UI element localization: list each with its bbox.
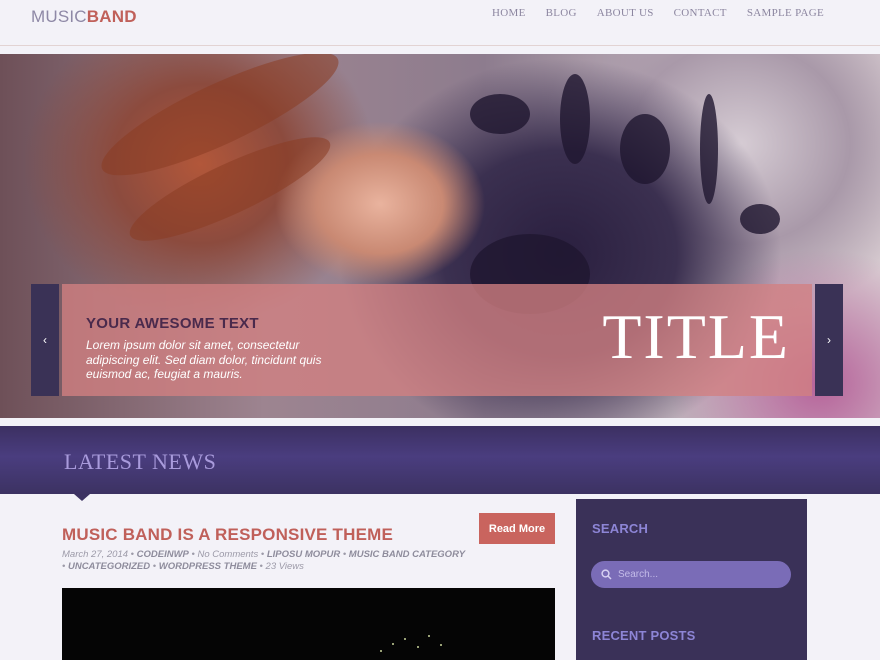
sidebar: SEARCH RECENT POSTS	[576, 499, 807, 660]
image-highlight	[428, 635, 430, 637]
latest-news-heading: LATEST NEWS	[64, 449, 217, 474]
post-category[interactable]: LIPOSU MOPUR	[267, 549, 340, 560]
ink-splat	[560, 74, 590, 164]
post-views: 23 Views	[265, 561, 304, 572]
logo-text-band: BAND	[86, 7, 137, 26]
recent-posts-heading: RECENT POSTS	[592, 628, 696, 643]
post-comments[interactable]: No Comments	[197, 549, 258, 560]
post-category[interactable]: UNCATEGORIZED	[68, 561, 150, 572]
read-more-button[interactable]: Read More	[479, 513, 555, 544]
search-box[interactable]	[591, 561, 791, 588]
search-widget-heading: SEARCH	[592, 521, 649, 536]
site-logo[interactable]: MUSICBAND	[31, 7, 137, 27]
nav-home[interactable]: HOME	[492, 7, 526, 19]
slider-caption-text: Lorem ipsum dolor sit amet, consectetur …	[86, 338, 322, 381]
search-input[interactable]	[618, 569, 768, 580]
post-title[interactable]: MUSIC BAND IS A RESPONSIVE THEME	[62, 525, 393, 545]
post-author[interactable]: CODEINWP	[137, 549, 189, 560]
main-nav: HOME BLOG ABOUT US CONTACT SAMPLE PAGE	[492, 7, 824, 19]
slider-prev-button[interactable]: ‹	[31, 284, 59, 396]
nav-about-us[interactable]: ABOUT US	[597, 7, 654, 19]
banner-pointer-icon	[74, 494, 90, 501]
logo-text-music: MUSIC	[31, 7, 87, 26]
nav-sample-page[interactable]: SAMPLE PAGE	[747, 7, 824, 19]
post-category[interactable]: WORDPRESS THEME	[159, 561, 257, 572]
search-icon	[601, 569, 612, 580]
nav-blog[interactable]: BLOG	[546, 7, 577, 19]
latest-news-banner: LATEST NEWS	[0, 426, 880, 494]
post-featured-image[interactable]	[62, 588, 555, 660]
slider-caption-heading: YOUR AWESOME TEXT	[86, 315, 259, 332]
slider-caption: YOUR AWESOME TEXT Lorem ipsum dolor sit …	[62, 284, 812, 396]
ink-splat	[620, 114, 670, 184]
image-highlight	[380, 650, 382, 652]
post-date: March 27, 2014	[62, 549, 129, 560]
ink-splat	[740, 204, 780, 234]
image-highlight	[404, 638, 406, 640]
post-category[interactable]: MUSIC BAND CATEGORY	[349, 549, 465, 560]
slider-caption-title: TITLE	[602, 301, 790, 372]
ink-splat	[700, 94, 718, 204]
image-highlight	[440, 644, 442, 646]
post-meta: March 27, 2014 • CODEINWP • No Comments …	[62, 549, 466, 572]
nav-contact[interactable]: CONTACT	[674, 7, 727, 19]
image-highlight	[392, 643, 394, 645]
image-highlight	[417, 646, 419, 648]
slider-next-button[interactable]: ›	[815, 284, 843, 396]
ink-splat	[470, 94, 530, 134]
site-header: MUSICBAND HOME BLOG ABOUT US CONTACT SAM…	[0, 0, 880, 46]
